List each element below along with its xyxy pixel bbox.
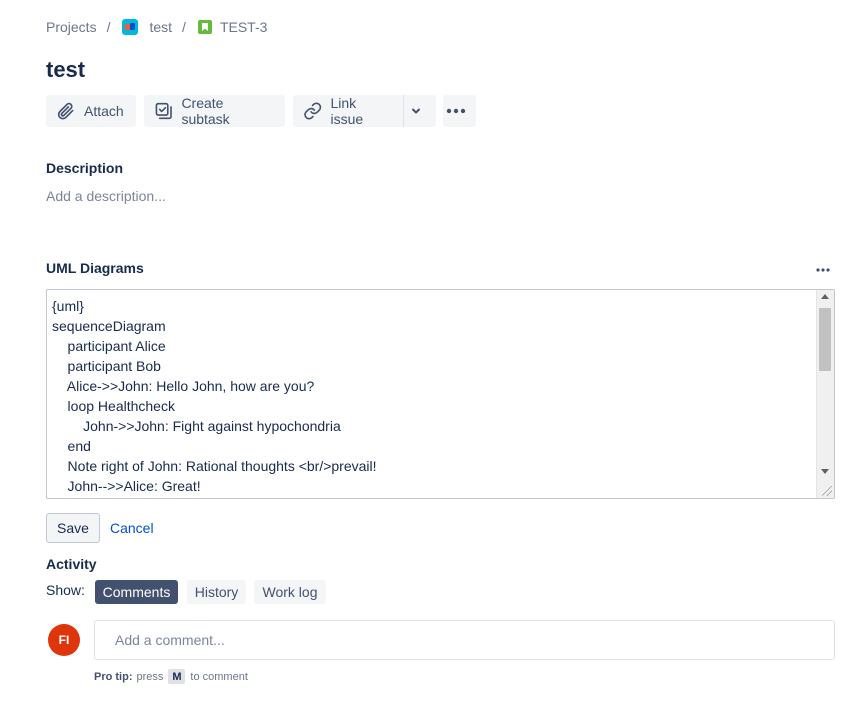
tab-history[interactable]: History [187, 580, 246, 604]
keyboard-shortcut-key: M [168, 669, 186, 684]
link-issue-dropdown-button[interactable] [404, 95, 436, 127]
uml-more-button[interactable] [814, 262, 832, 278]
more-actions-button[interactable] [443, 95, 476, 127]
comment-input[interactable]: Add a comment... [94, 620, 835, 660]
resize-grip-icon[interactable] [822, 486, 832, 496]
create-subtask-button[interactable]: Create subtask [144, 95, 285, 127]
issue-title[interactable]: test [46, 57, 85, 83]
attach-button-label: Attach [84, 103, 124, 119]
more-icon [816, 268, 830, 272]
pro-tip: Pro tip: press M to comment [94, 669, 248, 684]
story-icon[interactable] [197, 20, 212, 34]
cancel-button[interactable]: Cancel [110, 520, 154, 536]
scroll-thumb[interactable] [819, 308, 831, 371]
breadcrumb-issue-link[interactable]: TEST-3 [220, 19, 267, 35]
chevron-down-icon [412, 108, 420, 114]
scroll-up-arrow-icon[interactable] [821, 294, 829, 299]
subtask-icon [155, 102, 172, 120]
tab-comments[interactable]: Comments [95, 580, 178, 604]
create-subtask-button-label: Create subtask [181, 95, 230, 127]
paperclip-icon [57, 102, 74, 120]
uml-diagrams-label: UML Diagrams [46, 260, 144, 276]
breadcrumb-separator: / [106, 19, 111, 35]
uml-textarea[interactable]: {uml} sequenceDiagram participant Alice … [46, 289, 835, 499]
pro-tip-label: Pro tip: [94, 670, 133, 683]
activity-label: Activity [46, 556, 97, 572]
uml-textarea-content: {uml} sequenceDiagram participant Alice … [52, 298, 377, 494]
link-issue-button-label: Link issue [330, 95, 364, 127]
breadcrumb-project-link[interactable]: test [149, 19, 172, 35]
link-issue-button[interactable]: Link issue [293, 95, 403, 127]
uml-scrollbar[interactable] [816, 290, 834, 498]
show-label: Show: [46, 582, 85, 598]
more-icon [446, 108, 465, 114]
scroll-down-arrow-icon[interactable] [821, 469, 829, 474]
avatar: FI [48, 624, 80, 656]
description-field[interactable]: Add a description... [46, 188, 166, 204]
breadcrumb-projects-link[interactable]: Projects [46, 19, 97, 35]
tab-work-log[interactable]: Work log [254, 580, 326, 604]
breadcrumb: Projects / test / TEST-3 [46, 17, 267, 37]
attach-button[interactable]: Attach [46, 95, 136, 127]
pro-tip-press: press [136, 670, 164, 683]
description-label: Description [46, 160, 124, 176]
link-icon [304, 102, 322, 120]
save-button[interactable]: Save [46, 513, 100, 543]
breadcrumb-separator: / [182, 19, 186, 35]
project-avatar-icon[interactable] [122, 19, 139, 35]
pro-tip-suffix: to comment [190, 670, 248, 683]
